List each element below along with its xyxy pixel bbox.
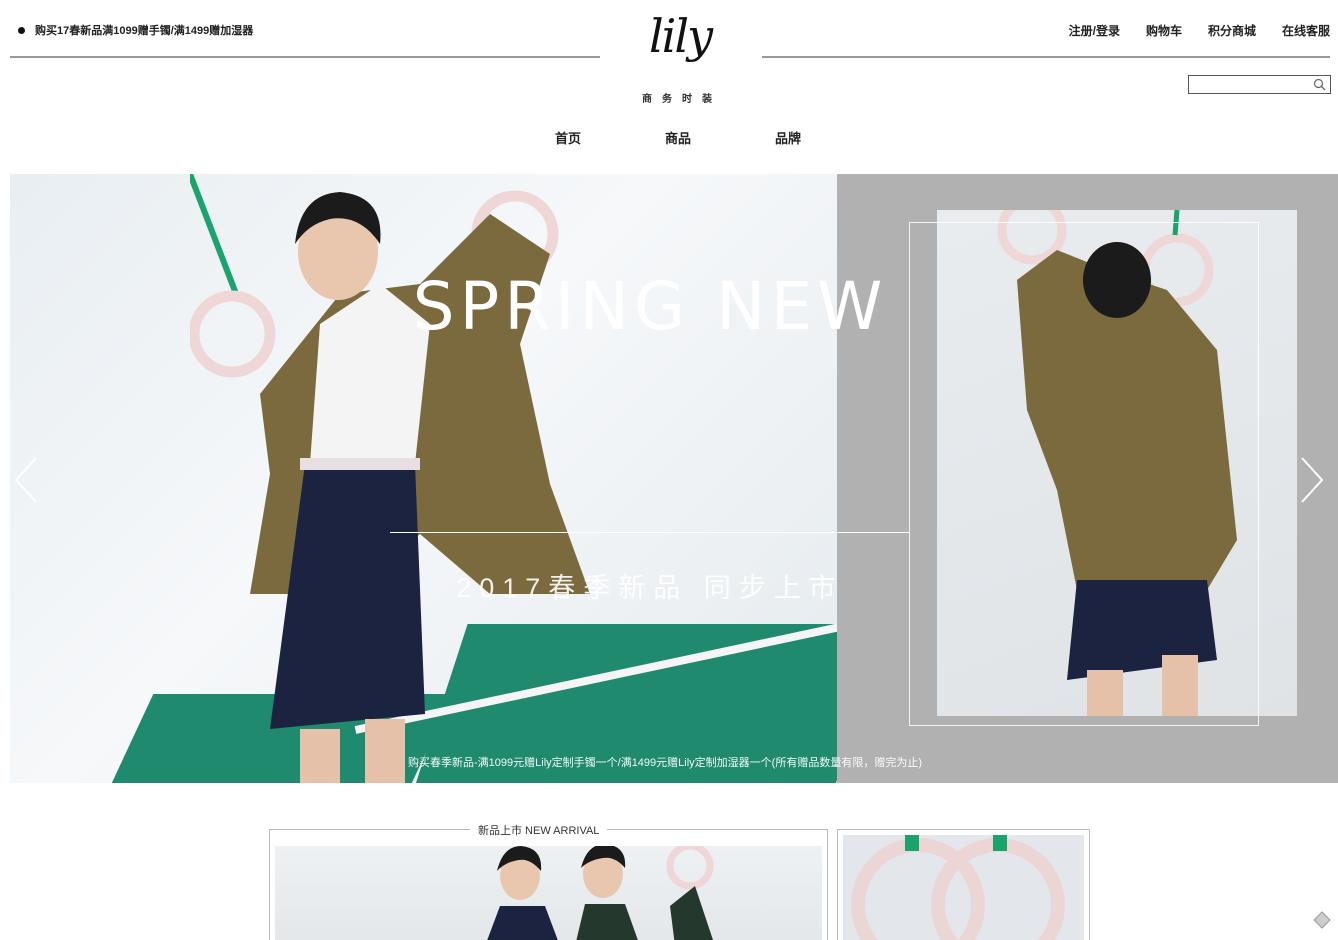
page: 购买17春新品满1099赠手镯/满1499赠加湿器 lily 商务时装 注册/登… — [0, 0, 1338, 940]
bullet-dot-icon — [18, 26, 25, 34]
search-icon[interactable] — [1313, 78, 1326, 91]
nav-home[interactable]: 首页 — [555, 128, 581, 147]
back-to-top-icon[interactable] — [1312, 910, 1332, 930]
logo[interactable]: lily — [620, 4, 740, 84]
hero-subtitle: 2017春季新品 同步上市 — [456, 573, 844, 603]
hero-promo-note: 购买春季新品-满1099元赠Lily定制手镯一个/满1499元赠Lily定制加湿… — [408, 757, 922, 769]
hero-frame-outline — [909, 222, 1259, 726]
hero-title: SPRING NEW — [412, 268, 888, 345]
chevron-right-icon[interactable] — [1298, 456, 1326, 504]
hero-photo-left — [10, 174, 837, 783]
side-feature-photo[interactable] — [843, 835, 1084, 940]
hero-divider — [390, 532, 910, 533]
rings-image — [851, 835, 1065, 940]
new-arrival-photo[interactable] — [275, 846, 822, 940]
search-box — [1188, 75, 1331, 95]
model-figure-left — [190, 174, 590, 783]
main-nav: 首页 商品 品牌 — [555, 128, 801, 147]
promo-text[interactable]: 购买17春新品满1099赠手镯/满1499赠加湿器 — [35, 22, 253, 38]
logo-script: lily — [648, 9, 713, 63]
customer-service-link[interactable]: 在线客服 — [1282, 22, 1330, 39]
header-rule-left — [10, 56, 600, 58]
top-links: 注册/登录 购物车 积分商城 在线客服 — [1069, 22, 1330, 39]
chevron-left-icon[interactable] — [12, 456, 40, 504]
new-arrival-title: 新品上市 NEW ARRIVAL — [470, 822, 608, 838]
points-mall-link[interactable]: 积分商城 — [1208, 22, 1256, 39]
register-login-link[interactable]: 注册/登录 — [1069, 22, 1120, 39]
nav-products[interactable]: 商品 — [665, 128, 691, 147]
promo-banner[interactable]: 购买17春新品满1099赠手镯/满1499赠加湿器 — [18, 22, 253, 38]
cart-link[interactable]: 购物车 — [1146, 22, 1182, 39]
logo-subtitle: 商务时装 — [642, 94, 722, 105]
nav-brand[interactable]: 品牌 — [775, 128, 801, 147]
new-arrival-models — [487, 846, 714, 940]
search-input[interactable] — [1191, 77, 1313, 95]
header-rule-right — [762, 56, 1330, 58]
